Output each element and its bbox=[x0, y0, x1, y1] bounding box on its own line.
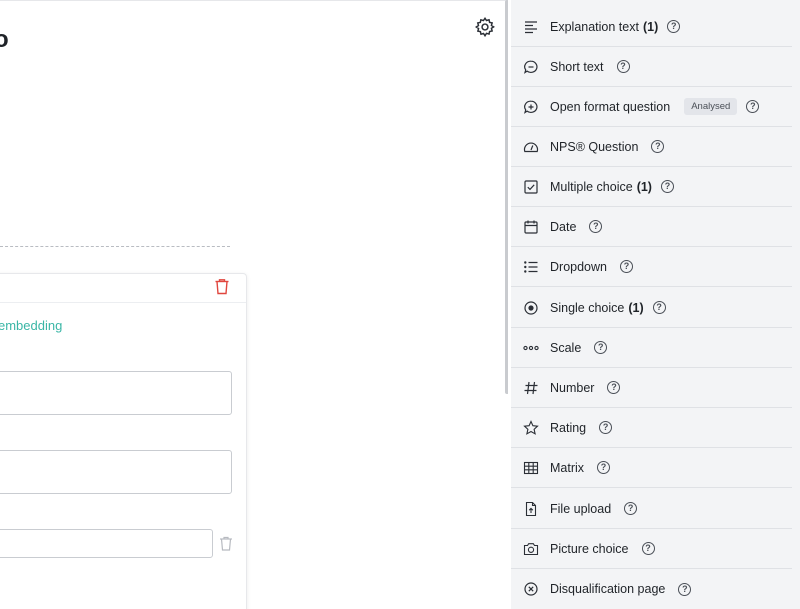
item-label: NPS® Question bbox=[550, 139, 639, 154]
item-label: Single choice bbox=[550, 300, 625, 315]
text-field-2[interactable] bbox=[0, 450, 232, 494]
help-icon[interactable]: ? bbox=[660, 180, 674, 193]
item-label: Picture choice bbox=[550, 541, 629, 556]
question-type-file-upload[interactable]: File upload ? bbox=[511, 489, 792, 529]
item-label: Matrix bbox=[550, 460, 585, 475]
item-label: Short text bbox=[550, 59, 604, 74]
help-icon[interactable]: ? bbox=[678, 582, 692, 596]
help-icon[interactable]: ? bbox=[607, 381, 621, 394]
item-count: (1) bbox=[628, 300, 644, 315]
close-circle-icon bbox=[523, 581, 539, 597]
dots-icon bbox=[523, 340, 539, 356]
delete-question-icon[interactable] bbox=[214, 278, 230, 295]
top-divider bbox=[0, 0, 508, 1]
checkbox-icon bbox=[523, 179, 539, 195]
question-type-scale[interactable]: Scale ? bbox=[511, 328, 792, 368]
item-label: Rating bbox=[550, 420, 587, 435]
question-type-nps[interactable]: NPS® Question ? bbox=[511, 127, 792, 167]
item-label: Scale bbox=[550, 340, 582, 355]
item-count: (1) bbox=[636, 179, 652, 194]
help-icon[interactable]: ? bbox=[619, 260, 633, 273]
analysed-badge: Analysed bbox=[684, 98, 738, 115]
item-label: Date bbox=[550, 219, 577, 234]
camera-icon bbox=[523, 541, 539, 557]
help-icon[interactable]: ? bbox=[651, 140, 665, 153]
question-type-explanation-text[interactable]: Explanation text (1) ? bbox=[511, 7, 792, 47]
help-icon[interactable]: ? bbox=[746, 100, 760, 113]
question-type-number[interactable]: Number ? bbox=[511, 368, 792, 408]
item-label: Open format question bbox=[550, 99, 671, 114]
item-label: Multiple choice bbox=[550, 179, 633, 194]
question-type-dropdown[interactable]: Dropdown ? bbox=[511, 247, 792, 287]
delete-option-icon[interactable] bbox=[219, 536, 233, 551]
help-icon[interactable]: ? bbox=[616, 60, 630, 73]
question-type-panel: Explanation text (1) ? Short text ? Open… bbox=[511, 0, 800, 609]
gauge-icon bbox=[523, 139, 539, 155]
help-icon[interactable]: ? bbox=[652, 301, 666, 314]
text-align-icon bbox=[523, 19, 539, 35]
calendar-icon bbox=[523, 219, 539, 235]
question-type-date[interactable]: Date ? bbox=[511, 207, 792, 247]
question-type-matrix[interactable]: Matrix ? bbox=[511, 448, 792, 488]
item-label: Explanation text bbox=[550, 19, 639, 34]
item-label: Disqualification page bbox=[550, 582, 666, 596]
hash-icon bbox=[523, 380, 539, 396]
question-type-rating[interactable]: Rating ? bbox=[511, 408, 792, 448]
help-icon[interactable]: ? bbox=[667, 20, 681, 33]
item-label: Dropdown bbox=[550, 259, 607, 274]
star-icon bbox=[523, 419, 539, 436]
help-icon[interactable]: ? bbox=[594, 341, 608, 354]
text-field-1[interactable] bbox=[0, 371, 232, 415]
item-label: File upload bbox=[550, 501, 612, 516]
card-header-divider bbox=[0, 302, 246, 303]
speech-bubble-icon bbox=[523, 59, 539, 75]
help-icon[interactable]: ? bbox=[589, 220, 603, 233]
plus-bubble-icon bbox=[523, 99, 539, 115]
item-count: (1) bbox=[642, 19, 659, 34]
list-icon bbox=[523, 259, 539, 275]
question-type-short-text[interactable]: Short text ? bbox=[511, 47, 792, 87]
radio-icon bbox=[523, 300, 539, 316]
help-icon[interactable]: ? bbox=[624, 502, 638, 515]
question-type-multiple-choice[interactable]: Multiple choice (1) ? bbox=[511, 167, 792, 207]
survey-title: o bbox=[0, 26, 9, 53]
help-icon[interactable]: ? bbox=[641, 542, 655, 555]
help-icon[interactable]: ? bbox=[597, 461, 611, 474]
option-field[interactable] bbox=[0, 529, 213, 558]
help-icon[interactable]: ? bbox=[599, 421, 613, 434]
scrollbar[interactable] bbox=[505, 0, 508, 394]
file-upload-icon bbox=[523, 501, 539, 517]
item-label: Number bbox=[550, 380, 595, 395]
editor-canvas: o embedding bbox=[0, 0, 508, 609]
gear-icon[interactable] bbox=[474, 16, 496, 38]
question-type-single-choice[interactable]: Single choice (1) ? bbox=[511, 288, 792, 328]
section-divider bbox=[0, 246, 230, 247]
question-type-open-format[interactable]: Open format question Analysed ? bbox=[511, 87, 792, 127]
embedding-link[interactable]: embedding bbox=[0, 318, 62, 333]
question-type-picture-choice[interactable]: Picture choice ? bbox=[511, 529, 792, 569]
grid-icon bbox=[523, 460, 539, 476]
question-type-disqualification-page[interactable]: Disqualification page ? bbox=[511, 569, 792, 609]
